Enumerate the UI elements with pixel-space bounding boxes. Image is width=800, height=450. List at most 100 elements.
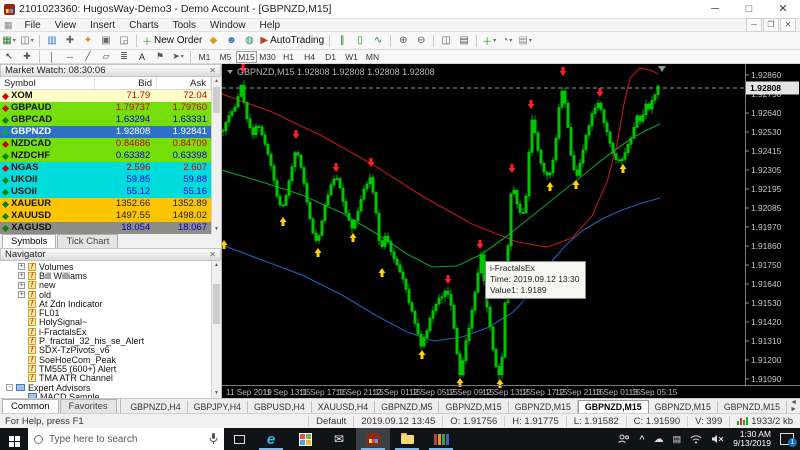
text-icon[interactable]: A	[133, 51, 151, 63]
terminal-icon[interactable]: ▣	[97, 33, 115, 49]
market-watch-column-headers[interactable]: Symbol Bid Ask	[0, 77, 221, 90]
market-watch-tab-tick-chart[interactable]: Tick Chart	[57, 234, 119, 248]
line-chart-icon[interactable]: ∿	[369, 33, 387, 49]
navigator-icon[interactable]: ✦	[79, 33, 97, 49]
market-watch-row-gbpcad[interactable]: GBPCAD 1.63294 1.63331	[0, 114, 221, 126]
taskbar-search-input[interactable]: Type here to search	[28, 428, 224, 450]
market-watch-row-ngas[interactable]: NGAS 2.596 2.607	[0, 162, 221, 174]
horizontal-line-icon[interactable]: ─	[61, 51, 79, 63]
cursor-icon[interactable]: ↖	[0, 51, 18, 63]
expand-icon[interactable]: +	[18, 291, 25, 299]
candlestick-icon[interactable]: ▯	[351, 33, 369, 49]
navigator-item-sdx-tzpivots-v6[interactable]: f SDX-TzPivots_v6	[0, 345, 221, 355]
market-watch-scrollbar[interactable]: ▲ ▼	[211, 77, 221, 234]
navigator-item-fl01[interactable]: f FL01	[0, 308, 221, 318]
column-header-symbol[interactable]: Symbol	[0, 77, 95, 89]
menu-item-help[interactable]: Help	[253, 20, 288, 31]
timeframe-button-w1[interactable]: W1	[341, 51, 362, 63]
channel-icon[interactable]: ▱	[97, 51, 115, 63]
profiles-icon[interactable]: ◫ ▾	[18, 33, 36, 49]
templates-icon[interactable]: ▤ ▾	[516, 33, 534, 49]
navigator-close-icon[interactable]: ✕	[209, 250, 216, 259]
expand-icon[interactable]: +	[18, 272, 25, 280]
chart-tab-1[interactable]: GBPJPY,H4	[187, 401, 248, 413]
menu-item-view[interactable]: View	[48, 20, 84, 31]
chart-area[interactable]: 1.928601.927501.926401.925301.924151.923…	[220, 64, 800, 398]
navigator-item-holysignal-[interactable]: f HolySignal~	[0, 317, 221, 327]
periods-icon[interactable]: ◔ ▾	[498, 33, 516, 49]
market-watch-row-gbpnzd[interactable]: GBPNZD 1.92808 1.92841	[0, 126, 221, 138]
menu-item-tools[interactable]: Tools	[166, 20, 203, 31]
menu-item-charts[interactable]: Charts	[122, 20, 165, 31]
timeframe-button-h4[interactable]: H4	[299, 51, 320, 63]
chart-tab-2[interactable]: GBPUSD,H4	[247, 401, 312, 413]
community-icon[interactable]: ☻	[222, 33, 240, 49]
data-window-icon[interactable]: ✚	[61, 33, 79, 49]
market-icon[interactable]: ◍	[240, 33, 258, 49]
navigator-item-at-zdn-indicator[interactable]: f At Zdn Indicator	[0, 299, 221, 309]
timeframe-button-m15[interactable]: M15	[236, 50, 257, 63]
wifi-icon[interactable]	[690, 434, 702, 444]
expand-icon[interactable]: +	[18, 281, 25, 289]
navigator-item-new[interactable]: + f new	[0, 280, 221, 290]
chart-tab-5[interactable]: GBPNZD,M15	[439, 401, 509, 413]
taskbar-app-mail[interactable]: ✉	[322, 428, 356, 450]
market-watch-row-xauusd[interactable]: XAUUSD 1497.55 1498.02	[0, 210, 221, 222]
start-button[interactable]	[0, 432, 28, 447]
chart-tab-8[interactable]: GBPNZD,M15	[648, 401, 718, 413]
menu-item-file[interactable]: File	[18, 20, 48, 31]
new-order-button[interactable]: ＋ New Order	[140, 33, 204, 49]
zoom-in-icon[interactable]: ⊕	[394, 33, 412, 49]
market-watch-row-nzdchf[interactable]: NZDCHF 0.63382 0.63398	[0, 150, 221, 162]
people-icon[interactable]	[618, 434, 630, 444]
timeframe-button-m1[interactable]: M1	[194, 51, 215, 63]
expand-icon[interactable]: +	[18, 263, 25, 271]
child-minimize-button[interactable]: ─	[746, 18, 762, 32]
autotrading-button[interactable]: ▶ AutoTrading	[258, 33, 326, 49]
fibonacci-icon[interactable]: ≣	[115, 51, 133, 63]
navigator-item-tm555-600-alert[interactable]: f TM555 (600+) Alert	[0, 364, 221, 374]
chart-tab-9[interactable]: GBPNZD,M15	[717, 401, 788, 413]
market-watch-row-xagusd[interactable]: XAGUSD 18.054 18.067	[0, 222, 221, 234]
maximize-button[interactable]: □	[732, 0, 766, 18]
close-button[interactable]: ✕	[766, 0, 800, 18]
cascade-icon[interactable]: ▤	[455, 33, 473, 49]
timeframe-button-h1[interactable]: H1	[278, 51, 299, 63]
column-header-bid[interactable]: Bid	[95, 77, 157, 89]
menu-item-insert[interactable]: Insert	[83, 20, 122, 31]
market-watch-row-ukoil[interactable]: UKOil 59.85 59.88	[0, 174, 221, 186]
keyboard-icon[interactable]: ▤	[673, 434, 682, 445]
navigator-item-tma-atr-channel[interactable]: f TMA ATR Channel	[0, 373, 221, 383]
navigator-item-expert-advisors[interactable]: - Expert Advisors	[0, 383, 221, 393]
market-watch-row-usoil[interactable]: USOil 55.12 55.16	[0, 186, 221, 198]
menu-item-window[interactable]: Window	[203, 20, 253, 31]
chart-tab-7[interactable]: GBPNZD,M15	[577, 400, 649, 413]
timeframe-button-m5[interactable]: M5	[215, 51, 236, 63]
navigator-item-p-fractal-32-his-se-alert[interactable]: f P_fractal_32_his_se_Alert	[0, 336, 221, 346]
vertical-line-icon[interactable]: │	[43, 51, 61, 63]
taskbar-app-winrar[interactable]	[424, 428, 458, 450]
navigator-tab-common[interactable]: Common	[2, 399, 59, 413]
minimize-button[interactable]: ─	[698, 0, 732, 18]
chart-tab-4[interactable]: GBPNZD,M5	[375, 401, 440, 413]
action-center-icon[interactable]: 1	[780, 433, 797, 447]
task-view-button[interactable]	[224, 434, 254, 444]
crosshair-icon[interactable]: ✚	[18, 51, 36, 63]
tile-windows-icon[interactable]: ◫	[437, 33, 455, 49]
taskbar-app-store[interactable]	[288, 428, 322, 450]
chart-tabs-scroll-arrows[interactable]: ◄ ►	[787, 399, 800, 413]
taskbar-app-edge[interactable]: e	[254, 428, 288, 450]
chart-tab-3[interactable]: XAUUSD,H4	[311, 401, 376, 413]
navigator-item-old[interactable]: + f old	[0, 290, 221, 300]
market-watch-close-icon[interactable]: ✕	[209, 66, 216, 75]
tray-expand-icon[interactable]: ^	[639, 434, 644, 444]
collapse-icon[interactable]: -	[6, 384, 13, 391]
onedrive-cloud-icon[interactable]: ☁	[654, 434, 664, 445]
new-chart-icon[interactable]: ▦ ▾	[0, 33, 18, 49]
market-watch-icon[interactable]: ▥	[43, 33, 61, 49]
chart-tab-6[interactable]: GBPNZD,M15	[508, 401, 578, 413]
arrows-icon[interactable]: ➤ ▾	[169, 51, 187, 63]
status-profile[interactable]: Default	[308, 415, 353, 427]
timeframe-button-mn[interactable]: MN	[362, 51, 383, 63]
column-header-ask[interactable]: Ask	[157, 77, 211, 89]
